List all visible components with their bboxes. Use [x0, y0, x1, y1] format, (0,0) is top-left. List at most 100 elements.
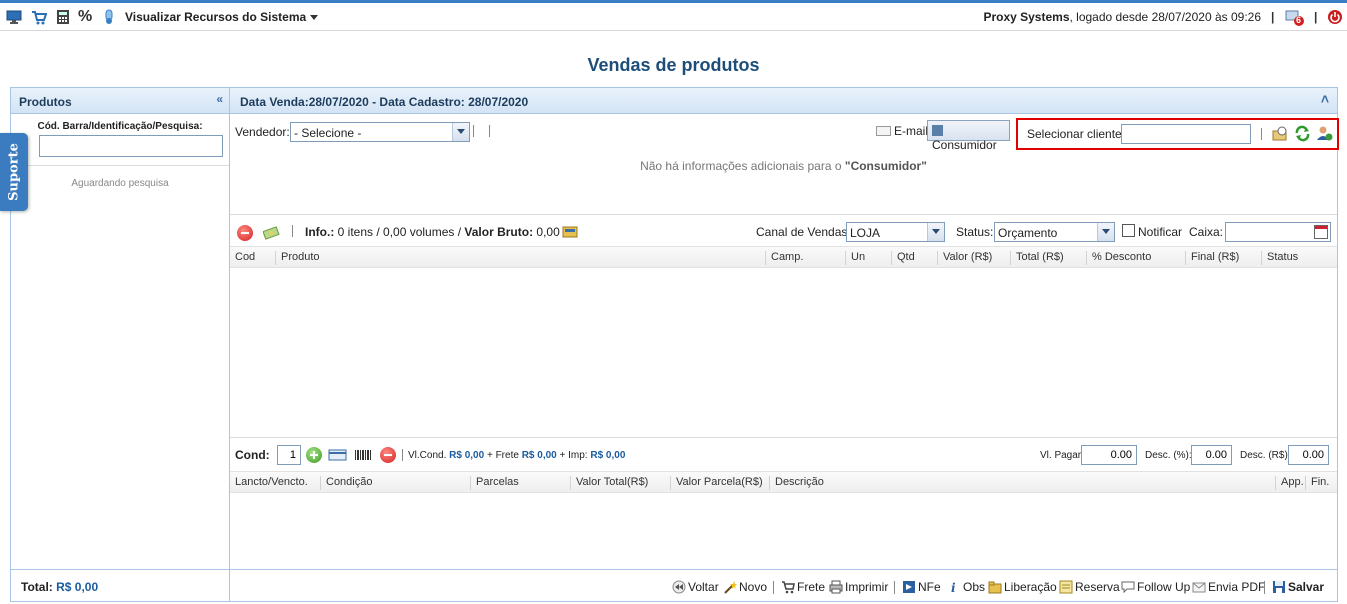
remove-item-icon[interactable]: [237, 225, 253, 241]
col-fin[interactable]: Fin.: [1305, 476, 1329, 490]
col-qtd[interactable]: Qtd: [891, 251, 915, 265]
cashier-input[interactable]: [1225, 222, 1331, 242]
products-panel: Produtos « Cód. Barra/Identificação/Pesq…: [10, 87, 230, 602]
conditions-label: Cond:: [235, 448, 270, 462]
notify-label: Notificar: [1138, 225, 1183, 239]
obs-button[interactable]: i Obs: [947, 580, 986, 595]
follow-up-button[interactable]: Follow Up: [1121, 580, 1190, 594]
folder-icon[interactable]: [562, 223, 578, 239]
vlcond-value: R$ 0,00: [449, 450, 485, 461]
channel-select[interactable]: LOJA: [846, 222, 945, 242]
col-condicao[interactable]: Condição: [320, 476, 372, 490]
save-button[interactable]: Salvar: [1272, 580, 1324, 594]
col-cod[interactable]: Cod: [230, 251, 255, 265]
cart-icon: [781, 580, 795, 594]
cart-icon[interactable]: [31, 9, 48, 25]
system-resources-menu[interactable]: Visualizar Recursos do Sistema: [125, 10, 319, 24]
add-condition-icon[interactable]: [306, 447, 322, 463]
col-parcelas[interactable]: Parcelas: [470, 476, 519, 490]
separator: [473, 125, 474, 137]
items-toolbar: Info.: 0 itens / 0,00 volumes / Valor Br…: [230, 214, 1337, 246]
barcode-icon[interactable]: [354, 447, 372, 463]
email-label: E-mail: [894, 124, 929, 138]
separator: [402, 449, 403, 461]
col-valor[interactable]: Valor (R$): [937, 251, 992, 265]
conditions-count-input[interactable]: [277, 445, 301, 465]
product-search-input[interactable]: [39, 135, 223, 157]
col-app[interactable]: App.: [1275, 476, 1304, 490]
divider: [11, 165, 229, 166]
remove-condition-icon[interactable]: [380, 447, 396, 463]
col-descricao[interactable]: Descrição: [769, 476, 824, 490]
calendar-icon[interactable]: [1314, 225, 1328, 239]
col-un[interactable]: Un: [845, 251, 865, 265]
notification-icon[interactable]: 6: [1285, 8, 1305, 26]
imp-value: R$ 0,00: [590, 450, 626, 461]
pay-input[interactable]: [1081, 445, 1137, 465]
consumer-label: Consumidor: [932, 138, 997, 152]
save-label: Salvar: [1288, 580, 1325, 594]
status-label: Status:: [956, 225, 994, 239]
frete-value: R$ 0,00: [521, 450, 557, 461]
col-total[interactable]: Total (R$): [1010, 251, 1064, 265]
obs-label: Obs: [963, 580, 986, 594]
print-button[interactable]: Imprimir: [829, 580, 888, 594]
items-table-header: Cod Produto Camp. Un Qtd Valor (R$) Tota…: [230, 246, 1337, 268]
magic-wand-icon: [723, 580, 737, 594]
money-icon[interactable]: [262, 224, 280, 240]
new-button[interactable]: Novo: [723, 580, 767, 594]
select-client-input[interactable]: [1121, 124, 1251, 144]
actions-bar: Voltar Novo Frete Imprimir NFe i Obs Libe…: [230, 569, 1337, 601]
expand-up-icon[interactable]: ˄: [1321, 91, 1329, 107]
power-icon[interactable]: [1327, 9, 1343, 25]
col-status[interactable]: Status: [1261, 251, 1298, 265]
status-select[interactable]: Orçamento: [994, 222, 1115, 242]
add-client-icon[interactable]: [1316, 125, 1333, 142]
envelope-icon: [1192, 580, 1206, 594]
select-client-box: Selecionar cliente:: [1016, 118, 1339, 150]
collapse-left-icon[interactable]: «: [216, 92, 223, 106]
email-button[interactable]: E-mail: [876, 124, 928, 138]
notify-checkbox[interactable]: [1122, 224, 1135, 237]
user-icon: [932, 125, 943, 136]
freight-button[interactable]: Frete: [781, 580, 825, 594]
col-valor-parcela[interactable]: Valor Parcela(R$): [670, 476, 763, 490]
support-tab[interactable]: Suporte: [0, 133, 28, 211]
calculator-icon[interactable]: [55, 9, 71, 25]
percent-icon[interactable]: %: [78, 8, 94, 25]
select-client-label: Selecionar cliente:: [1027, 127, 1126, 141]
top-bar: % Visualizar Recursos do Sistema Proxy S…: [0, 0, 1347, 31]
consumer-button[interactable]: Consumidor: [927, 120, 1010, 152]
col-camp[interactable]: Camp.: [765, 251, 803, 265]
reserve-icon: [1059, 580, 1073, 594]
send-pdf-button[interactable]: Envia PDF: [1192, 580, 1265, 594]
sale-panel: Data Venda:28/07/2020 - Data Cadastro: 2…: [229, 87, 1339, 602]
sale-dates: Data Venda:28/07/2020 - Data Cadastro: 2…: [240, 95, 529, 109]
conditions-table-header: Lancto/Vencto. Condição Parcelas Valor T…: [230, 471, 1337, 493]
monitor-icon[interactable]: [6, 9, 22, 25]
back-button[interactable]: Voltar: [672, 580, 719, 594]
print-label: Imprimir: [845, 580, 889, 594]
info-items: 0 itens / 0,00 volumes /: [334, 225, 465, 239]
col-valor-total[interactable]: Valor Total(R$): [570, 476, 648, 490]
discount-rs-input[interactable]: [1288, 445, 1329, 465]
no-info-text: Não há informações adicionais para o: [640, 159, 845, 173]
reserve-button[interactable]: Reserva: [1059, 580, 1120, 594]
nfe-button[interactable]: NFe: [902, 580, 941, 594]
printer-icon: [829, 580, 843, 594]
col-final[interactable]: Final (R$): [1185, 251, 1239, 265]
frete-label: + Frete: [486, 450, 519, 461]
col-lancto[interactable]: Lancto/Vencto.: [230, 476, 308, 490]
refresh-icon[interactable]: [1294, 125, 1311, 142]
col-produto[interactable]: Produto: [275, 251, 320, 265]
discount-pct-input[interactable]: [1191, 445, 1232, 465]
total-value: R$ 0,00: [56, 580, 99, 594]
thermometer-icon[interactable]: [101, 9, 117, 25]
no-info-target: "Consumidor": [844, 159, 927, 173]
pay-label: Vl. Pagar:: [1040, 450, 1084, 461]
search-client-icon[interactable]: [1272, 125, 1289, 142]
vendor-select[interactable]: - Selecione -: [290, 122, 470, 142]
col-desconto[interactable]: % Desconto: [1086, 251, 1151, 265]
release-button[interactable]: Liberação: [988, 580, 1057, 594]
card-icon[interactable]: [328, 447, 348, 463]
